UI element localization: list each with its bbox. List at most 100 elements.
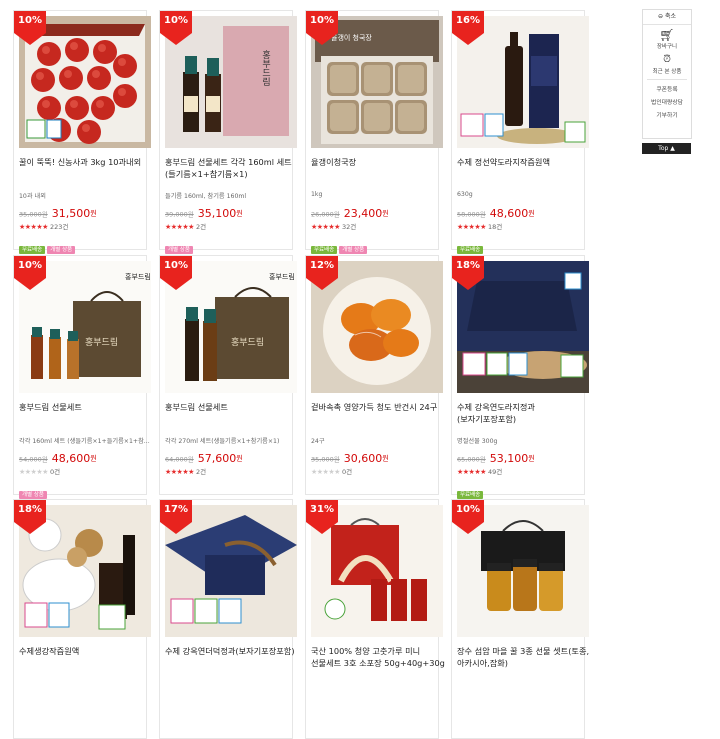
discount-rate: 18% [18,504,42,515]
discount-badge: 17% [160,500,192,534]
product-card[interactable]: 16% 수제 정선약도라지작즙원액 630g 58,000원 48,600원 ★★★★★ … [451,10,589,254]
product-option: 각각 160ml 세트 (생들기름×1+들기름×1+참... [19,438,150,445]
product-tag: 개별 상품 [47,246,76,254]
original-price: 26,000원 [311,210,340,219]
sale-price: 35,100 [197,207,237,220]
cart-label[interactable]: 장바구니 [643,42,691,50]
star-rating: ★★★★★ [165,223,194,231]
product-option: 들기름 160ml, 참기름 160ml [165,193,247,200]
tag-list: 무료배송 [457,236,485,254]
coupon-link[interactable]: 쿠폰등록 [643,84,691,97]
product-name[interactable]: 수제 강옥연도라지정과(보자기포장포함) [457,401,591,425]
review-summary: ★★★★★ 2건 [165,466,206,476]
product-card[interactable]: 18% 수제생강작즙원액 [13,499,151,739]
product-name[interactable]: 장수 섬암 마을 꿀 3종 선물 셋트(토종,아카시아,잡화) [457,645,591,669]
original-price: 54,000원 [19,455,48,464]
original-price: 58,000원 [457,210,486,219]
review-summary: ★★★★★ 0건 [19,466,60,476]
cart-icon[interactable]: 🛒︎ [643,28,691,42]
discount-rate: 16% [456,15,480,26]
product-card[interactable]: 18% 수제 강옥연도라지정과(보자기포장포함) 명절선물 300g 65,000원 5… [451,255,589,499]
product-card[interactable]: 17% 수제 강옥연더덕정과(보자기포장포함) [159,499,297,739]
product-tag: 무료배송 [311,246,338,254]
product-tag: 무료배송 [457,491,484,499]
star-rating: ★★★★★ [311,223,340,231]
clock-icon[interactable]: ⏰︎ [643,53,691,67]
product-card[interactable]: 12% 겉바속촉 영양가득 청도 반건시 24구 24구 35,000원 30,600원… [305,255,443,495]
product-name[interactable]: 수제생강작즙원액 [19,645,153,657]
original-price: 64,000원 [165,455,194,464]
review-summary: ★★★★★ 32건 [311,221,356,231]
svg-text:홍부드림: 홍부드림 [125,272,151,281]
review-summary: ★★★★★ 0건 [311,466,352,476]
product-card[interactable]: 10% 홍부드림 홍부드림 홍부드림 선물세트 각각 160ml 세트 (생들기름×1+… [13,255,151,499]
svg-text:홍부드림: 홍부드림 [231,336,264,348]
product-card[interactable]: 31% 국산 100% 청양 고춧가루 미니 선물세트 3호 소포장 50g+40… [305,499,445,739]
product-name[interactable]: 수제 강옥연더덕정과(보자기포장포함) [165,645,299,657]
original-price: 35,000원 [311,455,340,464]
product-name[interactable]: 율갱이청국장 [311,156,445,168]
tag-list: 무료배송 개별 상품 [311,236,369,254]
product-card[interactable]: 10% 장수 섬암 마을 꿀 3종 선물 셋트(토종,아카시아,잡화) [451,499,589,739]
original-price: 65,000원 [457,455,486,464]
discount-rate: 10% [310,15,334,26]
donate-link[interactable]: 기부하기 [643,110,691,123]
tag-list: 개별 상품 [19,481,49,499]
discount-badge: 10% [14,11,46,45]
discount-badge: 18% [452,256,484,290]
star-rating: ★★★★★ [19,468,48,476]
product-name[interactable]: 꿀이 뚝뚝! 신농사과 3kg 10과내외 [19,156,153,168]
divider [647,79,687,80]
price-row: 35,000원 31,500원 [19,203,153,220]
product-name[interactable]: 홍부드림 선물세트 [165,401,299,413]
product-card[interactable]: 10% 홍부드림 홍부드림 홍부드림 선물세트 각각 270ml 세트(생들기름×1+참… [159,255,297,495]
review-summary: ★★★★★ 49건 [457,466,502,476]
product-name[interactable]: 겉바속촉 영양가득 청도 반건시 24구 [311,401,445,413]
price-row: 26,000원 23,400원 [311,203,445,220]
discount-rate: 10% [18,260,42,271]
currency-unit: 원 [236,209,243,218]
product-name[interactable]: 수제 정선약도라지작즙원액 [457,156,591,168]
product-option: 각각 270ml 세트(생들기름×1+참기름×1) [165,438,280,445]
top-button[interactable]: Top ▲ [642,143,691,154]
discount-badge: 10% [452,500,484,534]
shrink-button[interactable]: ⊖ 축소 [643,10,691,25]
sale-price: 23,400 [343,207,383,220]
discount-rate: 12% [310,260,334,271]
currency-unit: 원 [382,454,389,463]
discount-badge: 10% [306,11,338,45]
product-card[interactable]: 10% 율갱이 청국장 율갱이청국장 1kg 26,000원 23,400원 ★★★★★ 3… [305,10,443,254]
price-row: 64,000원 57,600원 [165,448,299,465]
product-card[interactable]: 10% 꿀이 뚝뚝! 신농사과 3kg 10과내외 10과 내외 35,000원 31,… [13,10,151,254]
corporate-link[interactable]: 법인대량상담 [643,97,691,110]
price-row: 58,000원 48,600원 [457,203,591,220]
discount-badge: 31% [306,500,338,534]
currency-unit: 원 [90,454,97,463]
review-summary: ★★★★★ 18건 [457,221,502,231]
recent-label[interactable]: 최근 본 상품 [643,67,691,75]
product-name[interactable]: 홍부드림 선물세트 [19,401,153,413]
product-card[interactable]: 10% 홍부드림홍부드림 선물세트 각각 160ml 세트 (들기름×1+참기름×… [159,10,297,254]
discount-badge: 10% [160,256,192,290]
currency-unit: 원 [236,454,243,463]
star-rating: ★★★★★ [311,468,340,476]
review-count: 223건 [49,223,69,231]
star-rating: ★★★★★ [165,468,194,476]
discount-badge: 18% [14,500,46,534]
product-option: 명절선물 300g [457,438,498,445]
product-tag: 개별 상품 [339,246,368,254]
tag-list: 개별 상품 [165,236,195,254]
product-name[interactable]: 국산 100% 청양 고춧가루 미니 선물세트 3호 소포장 50g+40g+3… [311,645,445,669]
svg-text:홍부드림: 홍부드림 [85,336,118,348]
star-rating: ★★★★★ [457,468,486,476]
discount-rate: 18% [456,260,480,271]
price-row: 35,000원 30,600원 [311,448,445,465]
review-count: 18건 [487,223,503,231]
product-tag: 개별 상품 [165,246,193,254]
svg-text:홍부드림: 홍부드림 [260,49,270,86]
discount-rate: 10% [164,15,188,26]
discount-badge: 10% [14,256,46,290]
sale-price: 31,500 [51,207,91,220]
review-count: 0건 [341,468,353,476]
product-name[interactable]: 홍부드림 선물세트 각각 160ml 세트 (들기름×1+참기름×1) [165,156,299,180]
